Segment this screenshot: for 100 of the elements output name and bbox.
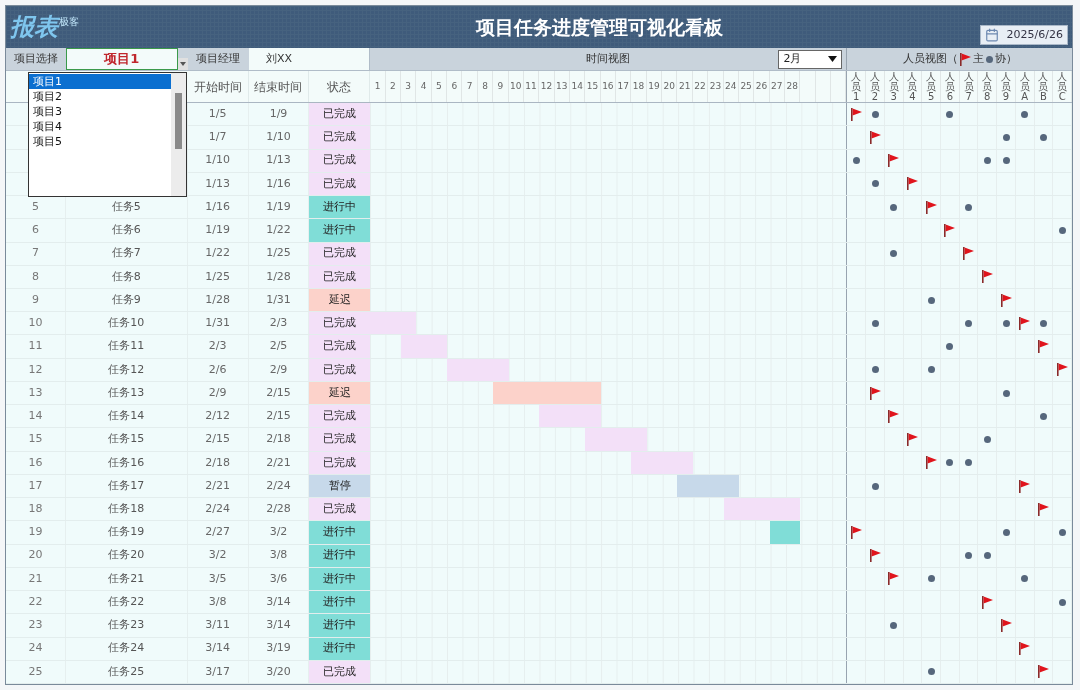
person-header: 人员C bbox=[1057, 71, 1068, 102]
date-display: 2025/6/26 bbox=[979, 24, 1068, 45]
task-name: 任务11 bbox=[65, 335, 188, 358]
dropdown-option[interactable]: 项目5 bbox=[29, 134, 171, 149]
status-label: 已完成 bbox=[309, 312, 371, 335]
person-header: 人员5 bbox=[926, 71, 937, 102]
task-name: 任务21 bbox=[65, 567, 188, 591]
task-name: 任务19 bbox=[65, 521, 188, 544]
status-label: 已完成 bbox=[309, 265, 371, 288]
person-header: 人员8 bbox=[982, 71, 993, 102]
row-number: 7 bbox=[6, 242, 66, 265]
status-label: 进行中 bbox=[309, 196, 371, 219]
status-label: 进行中 bbox=[309, 591, 371, 614]
field-label: 项目选择 bbox=[12, 50, 59, 67]
day-header: 27 bbox=[769, 71, 785, 103]
day-header: 16 bbox=[600, 71, 617, 103]
gantt-bar bbox=[585, 428, 647, 451]
status-label: 延迟 bbox=[309, 381, 371, 405]
gantt-bar bbox=[631, 451, 693, 474]
dashboard-title: 项目任务进度管理可视化看板 bbox=[475, 14, 723, 40]
gantt-bar bbox=[677, 474, 739, 498]
row-number: 10 bbox=[6, 312, 66, 335]
row-number: 24 bbox=[6, 637, 66, 660]
task-name: 任务17 bbox=[65, 474, 188, 498]
dropdown-option[interactable]: 项目3 bbox=[29, 104, 171, 119]
day-header: 7 bbox=[462, 71, 478, 103]
status-label: 进行中 bbox=[309, 614, 371, 637]
flag-icon bbox=[959, 52, 971, 66]
person-header: 人员4 bbox=[907, 71, 918, 102]
month-select[interactable]: 2月 bbox=[778, 49, 843, 69]
day-header: 1 bbox=[370, 71, 386, 103]
day-header: 4 bbox=[416, 71, 432, 103]
dropdown-option[interactable]: 项目1 bbox=[29, 74, 171, 89]
day-header: 9 bbox=[493, 71, 509, 103]
row-number: 6 bbox=[6, 219, 66, 242]
start-date: 1/28 bbox=[187, 289, 249, 312]
project-select[interactable]: 项目1 bbox=[65, 47, 178, 71]
task-name: 任务24 bbox=[65, 637, 188, 660]
task-name: 任务16 bbox=[65, 451, 188, 474]
start-date: 1/22 bbox=[187, 242, 249, 265]
day-header: 12 bbox=[539, 71, 555, 103]
start-date: 3/8 bbox=[187, 591, 249, 614]
day-header: 24 bbox=[723, 71, 739, 103]
row-number: 25 bbox=[6, 660, 66, 683]
task-name: 任务23 bbox=[65, 614, 188, 637]
day-header: 23 bbox=[708, 71, 724, 103]
day-header: 22 bbox=[692, 71, 709, 103]
column-header: 状态 bbox=[309, 71, 371, 103]
day-header: 13 bbox=[554, 71, 570, 103]
task-name: 任务12 bbox=[65, 358, 188, 381]
task-name: 任务8 bbox=[65, 265, 188, 288]
start-date: 2/21 bbox=[187, 474, 249, 498]
row-number: 21 bbox=[6, 567, 66, 591]
person-header: 人员1 bbox=[851, 71, 862, 102]
person-header: 人员B bbox=[1038, 71, 1049, 102]
person-header: 人员3 bbox=[888, 71, 899, 102]
start-date: 2/24 bbox=[187, 498, 249, 521]
row-number: 9 bbox=[6, 289, 66, 312]
task-name: 任务25 bbox=[65, 660, 188, 683]
status-label: 已完成 bbox=[309, 451, 371, 474]
start-date: 1/16 bbox=[187, 196, 249, 219]
caret-icon bbox=[828, 56, 838, 63]
status-label: 已完成 bbox=[309, 149, 371, 172]
dropdown-option[interactable]: 项目4 bbox=[29, 119, 171, 134]
column-header: 结束时间 bbox=[248, 71, 310, 103]
row-number: 8 bbox=[6, 265, 66, 288]
start-date: 3/11 bbox=[187, 614, 249, 637]
row-number: 13 bbox=[6, 381, 66, 405]
start-date: 3/14 bbox=[187, 637, 249, 660]
status-label: 已完成 bbox=[309, 335, 371, 358]
status-label: 已完成 bbox=[309, 358, 371, 381]
day-header: 10 bbox=[508, 71, 524, 103]
section-title: 时间视图 bbox=[586, 50, 631, 67]
legend-label: 主 bbox=[972, 50, 984, 67]
start-date: 2/15 bbox=[187, 428, 249, 451]
status-label: 已完成 bbox=[309, 126, 371, 149]
day-header: 5 bbox=[431, 71, 448, 103]
task-name: 任务6 bbox=[65, 219, 188, 242]
day-header: 26 bbox=[754, 71, 770, 103]
scrollbar[interactable] bbox=[171, 73, 186, 196]
person-header: 人员2 bbox=[870, 71, 880, 102]
legend-label: 协） bbox=[994, 50, 1017, 67]
status-label: 进行中 bbox=[309, 637, 371, 660]
start-date: 1/19 bbox=[187, 219, 249, 242]
day-header: 19 bbox=[646, 71, 663, 103]
row-number: 12 bbox=[6, 358, 66, 381]
row-number: 18 bbox=[6, 498, 66, 521]
start-date: 3/5 bbox=[187, 567, 249, 591]
row-number: 17 bbox=[6, 474, 66, 498]
task-name: 任务10 bbox=[65, 312, 188, 335]
calendar-icon bbox=[984, 27, 999, 42]
row-number: 20 bbox=[6, 544, 66, 567]
row-number: 22 bbox=[6, 591, 66, 614]
status-label: 已完成 bbox=[309, 428, 371, 451]
task-name: 任务9 bbox=[65, 289, 188, 312]
day-header: 18 bbox=[631, 71, 647, 103]
dropdown-option[interactable]: 项目2 bbox=[29, 89, 171, 104]
status-label: 暂停 bbox=[309, 474, 371, 498]
start-date: 2/27 bbox=[187, 521, 249, 544]
task-name: 任务7 bbox=[65, 242, 188, 265]
